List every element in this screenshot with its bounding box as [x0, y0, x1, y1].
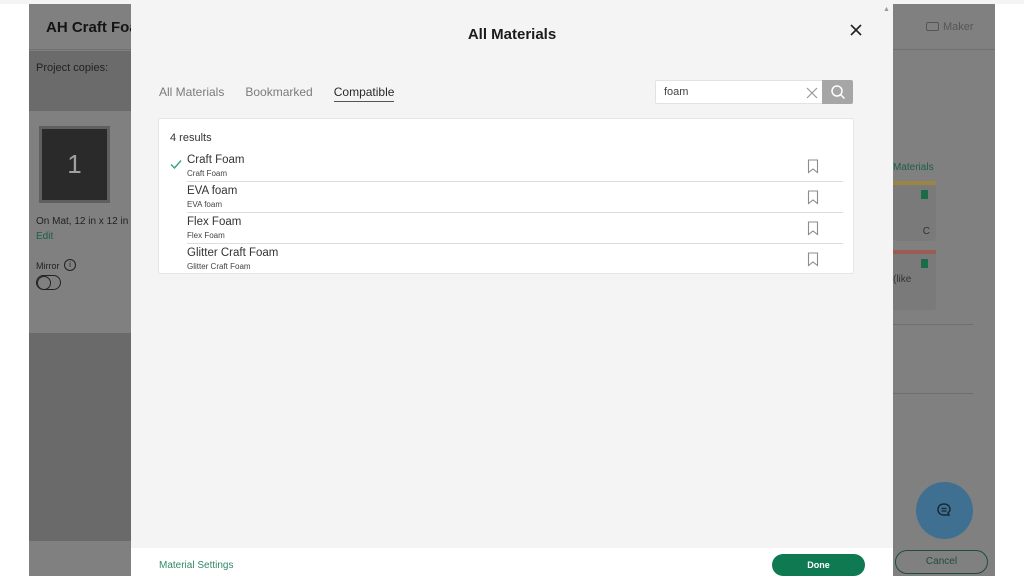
search-input[interactable] [655, 80, 822, 104]
list-item[interactable]: Craft Foam Craft Foam [170, 151, 843, 182]
mirror-label: Mirror [36, 261, 60, 271]
project-panel: AH Craft Foam Project copies: 1 On Mat, … [29, 4, 131, 576]
results-card: 4 results Craft Foam Craft Foam EVA foam… [158, 118, 854, 274]
result-list: Craft Foam Craft Foam EVA foam EVA foam … [170, 151, 843, 275]
machine-icon [926, 22, 939, 31]
modal-footer: Material Settings Done [131, 548, 893, 576]
material-subtitle: Craft Foam [187, 169, 228, 178]
tab-bookmarked[interactable]: Bookmarked [245, 85, 312, 102]
results-count: 4 results [170, 132, 212, 144]
material-subtitle: Flex Foam [187, 231, 225, 240]
clear-search-button[interactable] [806, 86, 818, 99]
list-item[interactable]: Flex Foam Flex Foam [187, 213, 843, 244]
machine-label[interactable]: Maker [943, 21, 974, 33]
tab-compatible[interactable]: Compatible [333, 85, 395, 102]
cancel-button[interactable]: Cancel [895, 550, 988, 574]
machine-header: Maker [893, 4, 995, 50]
scroll-up-arrow[interactable]: ▲ [883, 6, 890, 13]
material-name: Flex Foam [187, 216, 242, 228]
project-copies-section: Project copies: [29, 51, 131, 111]
search-box [655, 80, 853, 104]
chat-icon [937, 503, 951, 516]
bookmark-icon[interactable] [807, 190, 819, 205]
mat-section: 1 On Mat, 12 in x 12 in Edit Mirror i [29, 111, 131, 333]
done-button[interactable]: Done [772, 554, 865, 576]
project-header: AH Craft Foam [29, 4, 131, 50]
bookmark-filled-icon[interactable] [921, 190, 928, 199]
tab-all-materials[interactable]: All Materials [159, 85, 224, 102]
material-name: Craft Foam [187, 154, 245, 166]
search-icon [831, 85, 846, 100]
card-text: (like [893, 274, 912, 285]
all-materials-modal: ▲ All Materials All Materials Bookmarked… [131, 4, 893, 576]
mat-number: 1 [67, 149, 82, 179]
bookmark-icon[interactable] [807, 252, 819, 267]
material-settings-link[interactable]: Material Settings [159, 560, 233, 571]
divider [893, 393, 973, 394]
material-tabs: All Materials Bookmarked Compatible [159, 85, 395, 102]
mat-info: On Mat, 12 in x 12 in [36, 216, 129, 227]
close-button[interactable] [847, 21, 865, 39]
card-color-bar [893, 181, 936, 185]
project-copies-label: Project copies: [36, 62, 109, 74]
material-name: EVA foam [187, 185, 238, 197]
material-card[interactable]: (like [893, 250, 936, 310]
material-card[interactable]: C [893, 181, 936, 241]
clear-icon [806, 87, 818, 99]
materials-link[interactable]: Materials [893, 162, 934, 173]
list-item[interactable]: EVA foam EVA foam [187, 182, 843, 213]
project-title: AH Craft Foam [46, 19, 131, 36]
modal-title: All Materials [467, 26, 557, 43]
mirror-toggle[interactable] [36, 275, 61, 290]
bookmark-icon[interactable] [807, 159, 819, 174]
dark-panel-area [29, 333, 131, 541]
card-text: C [922, 226, 930, 237]
bookmark-filled-icon[interactable] [921, 259, 928, 268]
mat-thumbnail[interactable]: 1 [39, 126, 110, 203]
check-icon [170, 160, 182, 169]
bookmark-icon[interactable] [807, 221, 819, 236]
card-color-bar [893, 250, 936, 254]
close-icon [850, 24, 862, 36]
materials-panel: Maker Materials C (like Cancel [893, 4, 995, 576]
chat-button[interactable] [916, 482, 973, 539]
list-item[interactable]: Glitter Craft Foam Glitter Craft Foam [187, 244, 843, 275]
divider [893, 324, 973, 325]
edit-link[interactable]: Edit [36, 231, 53, 242]
material-subtitle: Glitter Craft Foam [187, 262, 251, 271]
material-name: Glitter Craft Foam [187, 247, 279, 259]
info-icon[interactable]: i [64, 259, 76, 271]
search-button[interactable] [822, 80, 853, 104]
material-subtitle: EVA foam [187, 200, 222, 209]
